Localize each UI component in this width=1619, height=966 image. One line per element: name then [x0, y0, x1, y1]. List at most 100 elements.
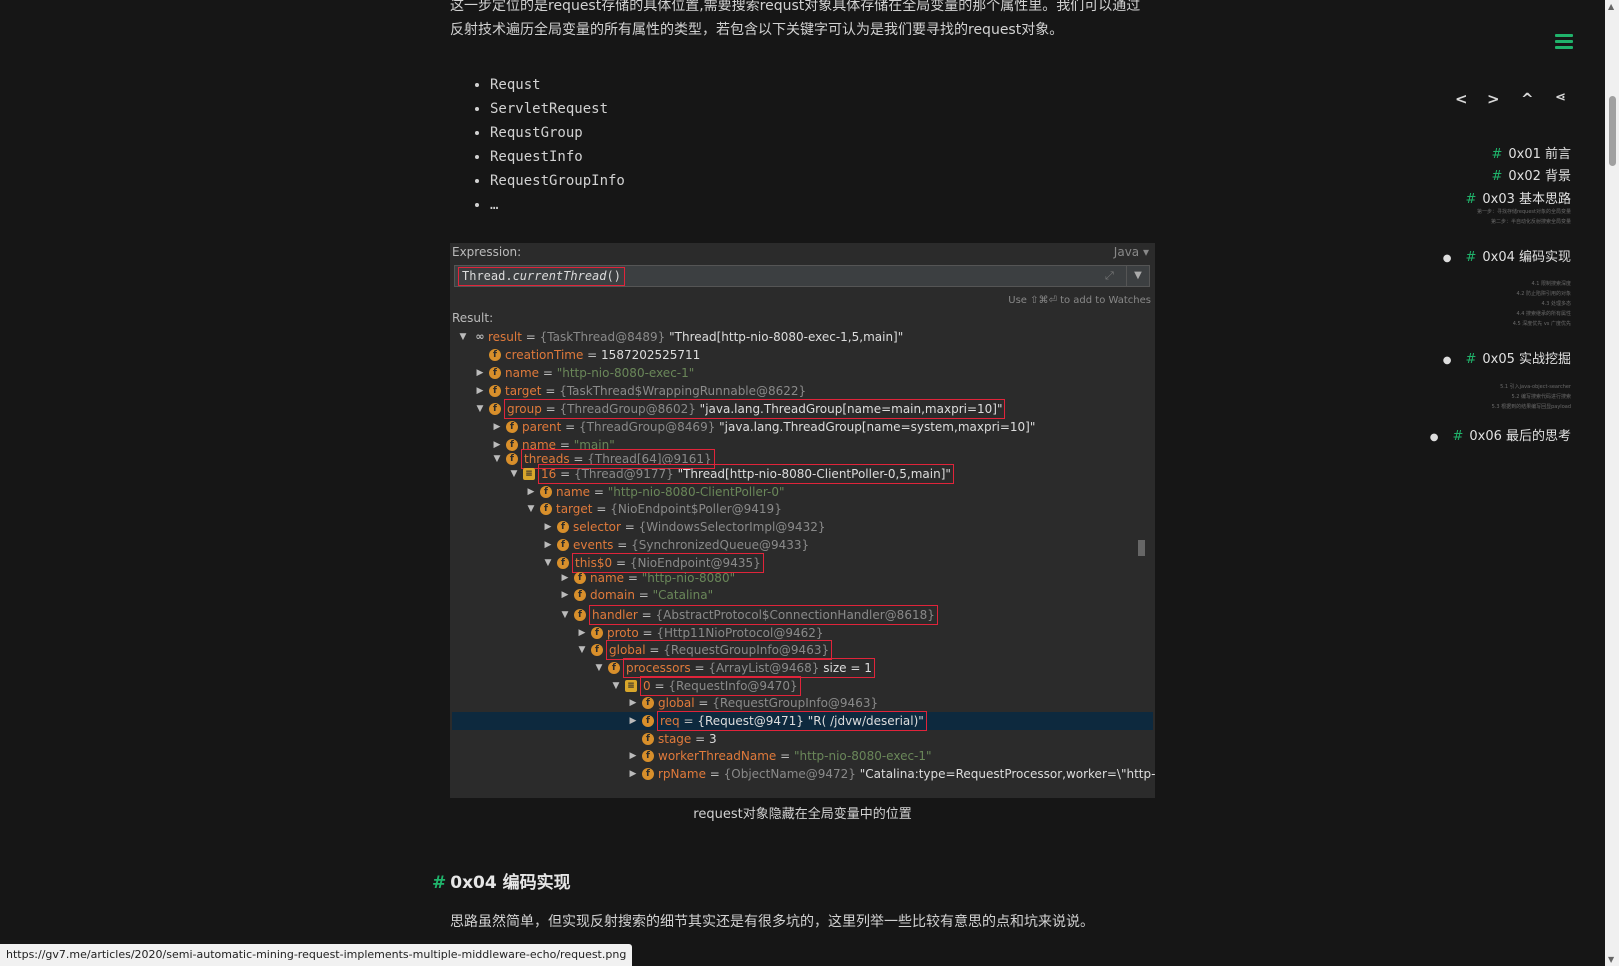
field-icon: f — [574, 572, 586, 584]
top-icon[interactable]: ^ — [1521, 90, 1534, 108]
toc-item[interactable]: ● #0x05 实战挖掘 — [1443, 348, 1571, 367]
toc-subitem[interactable]: 4.5 深度优先 vs 广度优先 — [1513, 320, 1571, 327]
tree-row[interactable]: ▼ ∞ result = {TaskThread@8489} "Thread[htt… — [452, 328, 1153, 346]
toc-item[interactable]: ● #0x06 最后的思考 — [1430, 425, 1571, 444]
collapse-arrow-icon[interactable]: ▼ — [526, 500, 536, 518]
toc-item[interactable]: #0x03 基本思路 — [1465, 188, 1571, 207]
expand-icon[interactable]: ⤢ — [1105, 269, 1119, 283]
collapse-arrow-icon[interactable]: ▼ — [458, 328, 468, 346]
expression-label: Expression: — [452, 245, 522, 259]
field-icon: f — [642, 697, 654, 709]
tree-row[interactable]: ▶ f global = {RequestGroupInfo@9463} — [452, 694, 1153, 712]
tree-row[interactable]: ▶ f name = "http-nio-8080" — [452, 569, 1153, 587]
history-dropdown-icon[interactable]: ▼ — [1126, 266, 1149, 286]
tree-row-text: parent = {ThreadGroup@8469} "java.lang.T… — [522, 420, 1036, 434]
tree-scrollbar[interactable] — [1138, 540, 1145, 556]
expand-arrow-icon[interactable]: ▶ — [543, 518, 553, 536]
tree-row[interactable]: ▼ ≡ 0 = {RequestInfo@9470} — [452, 676, 1153, 696]
expand-arrow-icon[interactable]: ▶ — [475, 382, 485, 400]
tree-row-text: req = {Request@9471} "R( /jdvw/deserial)… — [657, 711, 927, 731]
tree-row[interactable]: ▶ f proto = {Http11NioProtocol@9462} — [452, 624, 1153, 642]
tree-row-text: processors = {ArrayList@9468} size = 1 — [623, 658, 875, 678]
expand-arrow-icon[interactable]: ▶ — [475, 364, 485, 382]
collapse-arrow-icon[interactable]: ▼ — [475, 400, 485, 418]
scroll-up-icon[interactable]: ▲ — [1608, 2, 1614, 11]
tree-row[interactable]: ▼ f handler = {AbstractProtocol$Connection… — [452, 605, 1153, 625]
toc-item[interactable]: #0x01 前言 — [1491, 143, 1571, 162]
expand-arrow-icon[interactable]: ▶ — [628, 765, 638, 783]
share-icon[interactable]: ⋖ — [1555, 90, 1566, 105]
toc-subitem[interactable]: 第二步：半自动化反射搜索全局变量 — [1491, 218, 1571, 225]
expand-arrow-icon[interactable]: ▶ — [560, 569, 570, 587]
tree-row[interactable]: f creationTime = 1587202525711 — [452, 346, 1153, 364]
tree-row[interactable]: ▶ f domain = "Catalina" — [452, 586, 1153, 604]
tree-row[interactable]: ▶ f workerThreadName = "http-nio-8080-exec… — [452, 747, 1153, 765]
field-icon: f — [608, 662, 620, 674]
prev-icon[interactable]: < — [1455, 90, 1468, 108]
tree-row[interactable]: f stage = 3 — [452, 730, 1153, 748]
page-scrollbar[interactable]: ▲ ▼ — [1605, 0, 1619, 966]
expand-arrow-icon[interactable]: ▶ — [628, 712, 638, 730]
tree-row[interactable]: ▼ f processors = {ArrayList@9468} size = 1 — [452, 658, 1153, 678]
toc-subitem[interactable]: 4.2 防止陷阱引用的对象 — [1516, 290, 1571, 297]
toc-subitem[interactable]: 4.3 处理多态 — [1541, 300, 1571, 307]
collapse-arrow-icon[interactable]: ▼ — [577, 641, 587, 659]
tree-row[interactable]: ▶ f name = "http-nio-8080-ClientPoller-0" — [452, 483, 1153, 501]
tree-row[interactable]: ▶ f selector = {WindowsSelectorImpl@9432} — [452, 518, 1153, 536]
keyword-item: … — [490, 193, 625, 217]
collapse-arrow-icon[interactable]: ▼ — [509, 465, 519, 483]
scroll-thumb[interactable] — [1609, 96, 1616, 166]
collapse-arrow-icon[interactable]: ▼ — [611, 677, 621, 695]
menu-icon[interactable] — [1555, 34, 1573, 50]
bullet-icon: ● — [1442, 253, 1452, 264]
field-icon: f — [489, 385, 501, 397]
field-icon: f — [642, 768, 654, 780]
field-icon: f — [557, 557, 569, 569]
keyword-item: RequstGroup — [490, 121, 625, 145]
expand-arrow-icon[interactable]: ▶ — [560, 586, 570, 604]
tree-row[interactable]: ▶ f name = "http-nio-8080-exec-1" — [452, 364, 1153, 382]
tree-row[interactable]: ▼ f target = {NioEndpoint$Poller@9419} — [452, 500, 1153, 518]
tree-row[interactable]: ▼ f global = {RequestGroupInfo@9463} — [452, 640, 1153, 660]
field-icon: f — [642, 733, 654, 745]
language-selector[interactable]: Java ▾ — [1114, 245, 1149, 259]
field-icon: f — [642, 715, 654, 727]
tree-row[interactable]: ▶ f rpName = {ObjectName@9472} "Catalina:t… — [452, 765, 1155, 783]
expand-arrow-icon[interactable]: ▶ — [628, 694, 638, 712]
result-label: Result: — [452, 311, 494, 325]
collapse-arrow-icon[interactable]: ▼ — [594, 659, 604, 677]
toc-subitem[interactable]: 5.1 引入java-object-searcher — [1500, 383, 1571, 390]
collapse-arrow-icon[interactable]: ▼ — [560, 606, 570, 624]
toc-item[interactable]: #0x02 背景 — [1491, 165, 1571, 184]
tree-row[interactable]: ▼ ≡ 16 = {Thread@9177} "Thread[http-nio-80… — [452, 464, 1153, 484]
tree-row[interactable]: ▼ f group = {ThreadGroup@8602} "java.lang.… — [452, 399, 1153, 419]
heading-anchor-icon[interactable]: # — [432, 873, 446, 893]
toc-subitem[interactable]: 5.2 编写搜索代码进行搜索 — [1511, 393, 1571, 400]
toc-item[interactable]: ● #0x04 编码实现 — [1443, 246, 1571, 265]
expand-arrow-icon[interactable]: ▶ — [628, 747, 638, 765]
next-icon[interactable]: > — [1487, 90, 1500, 108]
expand-arrow-icon[interactable]: ▶ — [577, 624, 587, 642]
section-heading: #0x04 编码实现 — [432, 873, 571, 893]
toc-subitem[interactable]: 4.1 限制搜索深度 — [1531, 280, 1571, 287]
tree-row[interactable]: ▶ f req = {Request@9471} "R( /jdvw/deseria… — [452, 711, 1153, 731]
toc-subitem[interactable]: 4.4 搜索继承的所有属性 — [1516, 310, 1571, 317]
keyword-item: ServletRequest — [490, 97, 625, 121]
expand-arrow-icon[interactable]: ▶ — [526, 483, 536, 501]
expand-arrow-icon[interactable]: ▶ — [543, 536, 553, 554]
scroll-down-icon[interactable]: ▼ — [1608, 955, 1614, 964]
tree-row-text: name = "http-nio-8080-ClientPoller-0" — [556, 485, 785, 499]
watch-hint: Use ⇧⌘⏎ to add to Watches — [1008, 295, 1151, 306]
tree-row-text: global = {RequestGroupInfo@9463} — [605, 640, 833, 660]
toc-subitem[interactable]: 5.3 根据到的结果编写回显payload — [1492, 403, 1571, 410]
expression-input[interactable]: Thread.currentThread() ⤢ ▼ — [454, 265, 1150, 287]
expand-arrow-icon[interactable]: ▶ — [492, 418, 502, 436]
tree-row-text: rpName = {ObjectName@9472} "Catalina:typ… — [658, 767, 1155, 781]
tree-row[interactable]: ▶ f target = {TaskThread$WrappingRunnable@… — [452, 382, 1153, 400]
tree-row-text: result = {TaskThread@8489} "Thread[http-… — [488, 330, 904, 344]
tree-row[interactable]: ▶ f parent = {ThreadGroup@8469} "java.lang… — [452, 418, 1153, 436]
keyword-item: Requst — [490, 73, 625, 97]
status-url: https://gv7.me/articles/2020/semi-automa… — [0, 944, 633, 966]
toc-subitem[interactable]: 第一步：寻找存储request对象的全局变量 — [1477, 208, 1571, 215]
tree-row[interactable]: ▶ f events = {SynchronizedQueue@9433} — [452, 536, 1153, 554]
